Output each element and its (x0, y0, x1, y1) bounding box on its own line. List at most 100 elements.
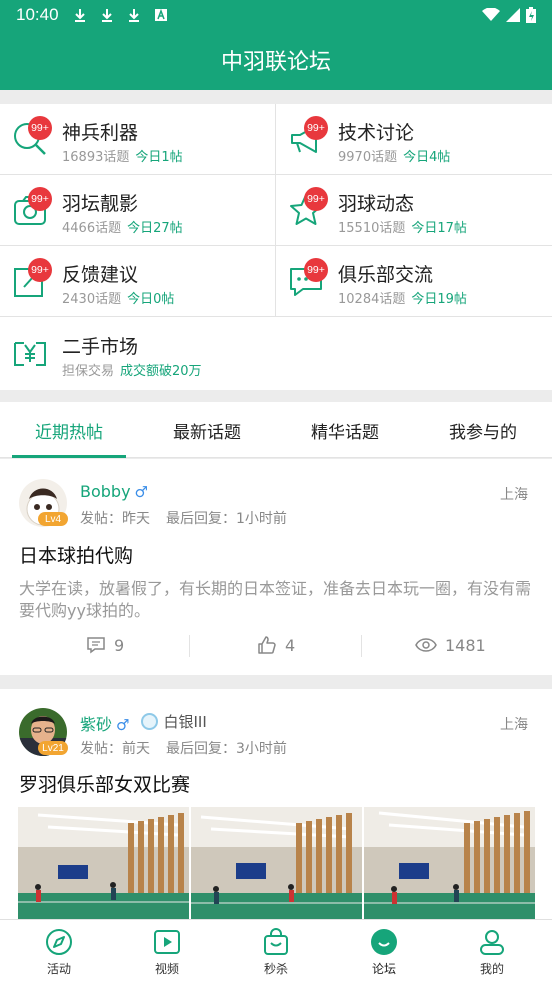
divider (361, 635, 362, 657)
username[interactable]: 紫砂 ♂ 白银III (80, 711, 207, 735)
topic-count: 2430话题 (62, 292, 122, 307)
nav-profile[interactable]: 我的 (437, 920, 547, 981)
download-icon (128, 9, 139, 22)
username-text[interactable]: Bobby (80, 482, 131, 501)
video-icon (154, 930, 180, 954)
forum-title: 神兵利器 (62, 122, 139, 144)
forum-item-clubs[interactable]: 99+ 俱乐部交流 10284话题 今日19帖 (276, 246, 552, 317)
unread-badge: 99+ (304, 258, 328, 282)
topic-count: 15510话题 (338, 221, 406, 236)
nav-label: 论坛 (371, 962, 396, 976)
wifi-icon (482, 8, 500, 21)
comment-count: 9 (114, 635, 125, 655)
forum-title: 羽坛靓影 (62, 193, 139, 215)
post-card[interactable]: Lv4 Bobby ♂ 上海 发帖：昨天 最后回复：1小时前 日本球拍代购 大学在读… (0, 459, 552, 675)
forum-stats: 担保交易 成交额破20万 (62, 360, 202, 379)
topic-count: 4466话题 (62, 221, 122, 236)
today-count: 今日4帖 (403, 150, 451, 165)
post-time: 发帖：昨天 (80, 511, 150, 527)
compass-icon (46, 929, 72, 955)
yuan-icon (14, 342, 46, 366)
forum-item-weapons[interactable]: 99+ 神兵利器 16893话题 今日1帖 (0, 104, 276, 175)
forum-stats: 16893话题 今日1帖 (62, 146, 183, 165)
forum-title: 技术讨论 (338, 122, 415, 144)
forum-item-technique[interactable]: 99+ 技术讨论 9970话题 今日4帖 (276, 104, 552, 175)
topic-count: 9970话题 (338, 150, 398, 165)
forum-stats: 2430话题 今日0帖 (62, 288, 174, 307)
post-image[interactable] (18, 807, 189, 919)
tab-participated[interactable]: 我参与的 (414, 402, 552, 458)
tab-featured[interactable]: 精华话题 (276, 402, 414, 458)
today-count: 今日1帖 (135, 150, 183, 165)
view-stat: 1481 (415, 631, 486, 659)
tab-latest[interactable]: 最新话题 (138, 402, 276, 458)
nav-label: 视频 (154, 962, 179, 976)
thumbs-up-icon (258, 636, 276, 654)
forum-item-feedback[interactable]: 99+ 反馈建议 2430话题 今日0帖 (0, 246, 276, 317)
post-tabs: 近期热帖 最新话题 精华话题 我参与的 (0, 402, 552, 458)
view-count: 1481 (445, 635, 486, 655)
unread-badge: 99+ (28, 187, 52, 211)
shopping-bag-icon (264, 928, 288, 955)
rank-label: 白银III (163, 713, 207, 731)
nav-flash-sale[interactable]: 秒杀 (221, 920, 331, 981)
nav-label: 活动 (46, 962, 71, 976)
today-count: 今日27帖 (127, 221, 183, 236)
male-icon: ♂ (116, 716, 130, 734)
status-bar: 10:40 (0, 0, 552, 30)
divider (189, 635, 190, 657)
unread-badge: 99+ (304, 187, 328, 211)
forum-stats: 4466话题 今日27帖 (62, 217, 183, 236)
like-stat[interactable]: 4 (257, 631, 295, 659)
forum-title: 反馈建议 (62, 264, 139, 286)
forum-icon (371, 929, 397, 955)
forum-item-photos[interactable]: 99+ 羽坛靓影 4466话题 今日27帖 (0, 175, 276, 246)
unread-badge: 99+ (304, 116, 328, 140)
signal-icon (506, 8, 520, 22)
post-title[interactable]: 罗羽俱乐部女双比赛 (19, 770, 190, 797)
battery-icon (526, 7, 536, 23)
tab-recent-hot[interactable]: 近期热帖 (0, 402, 138, 458)
post-stats: 9 4 1481 (0, 631, 552, 659)
male-icon: ♂ (134, 483, 148, 501)
forum-stats: 9970话题 今日4帖 (338, 146, 450, 165)
nav-label: 秒杀 (263, 962, 288, 976)
forum-stats: 10284话题 今日19帖 (338, 288, 467, 307)
nav-forum[interactable]: 论坛 (329, 920, 439, 981)
nav-videos[interactable]: 视频 (112, 920, 222, 981)
nav-label: 我的 (479, 962, 504, 976)
forum-grid: 99+ 神兵利器 16893话题 今日1帖 99+ 技术讨论 9970话题 今日4帖… (0, 104, 552, 390)
unread-badge: 99+ (28, 116, 52, 140)
post-excerpt[interactable]: 大学在读，放暑假了，有长期的日本签证，准备去日本玩一圈，有没有需要代购yy球拍的… (19, 578, 535, 622)
forum-item-news[interactable]: 99+ 羽球动态 15510话题 今日17帖 (276, 175, 552, 246)
post-image[interactable] (364, 807, 535, 919)
today-count: 今日19帖 (411, 292, 467, 307)
last-reply-time: 最后回复：3小时前 (166, 741, 287, 757)
like-count: 4 (285, 635, 296, 655)
topic-count: 10284话题 (338, 292, 406, 307)
forum-title: 俱乐部交流 (338, 264, 434, 286)
status-time: 10:40 (16, 5, 59, 24)
user-icon (480, 930, 504, 955)
silver-rank-icon (141, 713, 159, 730)
post-city: 上海 (500, 717, 528, 733)
post-time: 发帖：前天 (80, 741, 150, 757)
rank-badge: 白银III (141, 711, 207, 732)
post-image[interactable] (191, 807, 362, 919)
unread-badge: 99+ (28, 258, 52, 282)
level-badge: Lv4 (38, 512, 68, 526)
post-city: 上海 (500, 487, 528, 503)
last-reply-time: 最后回复：1小时前 (166, 511, 287, 527)
post-title[interactable]: 日本球拍代购 (19, 541, 133, 568)
forum-title: 二手市场 (62, 336, 139, 358)
username-text[interactable]: 紫砂 (80, 715, 112, 734)
app-bar: 中羽联论坛 (0, 30, 552, 90)
forum-item-market[interactable]: 二手市场 担保交易 成交额破20万 (0, 318, 552, 389)
font-icon (154, 8, 167, 21)
comment-icon (87, 637, 105, 654)
username[interactable]: Bobby ♂ (80, 482, 148, 501)
comment-stat[interactable]: 9 (86, 631, 124, 659)
post-card[interactable]: Lv21 紫砂 ♂ 白银III 上海 发帖：前天 最后回复：3小时前 罗羽俱乐部女双比… (0, 689, 552, 919)
download-icon (74, 9, 85, 22)
nav-activities[interactable]: 活动 (4, 920, 114, 981)
